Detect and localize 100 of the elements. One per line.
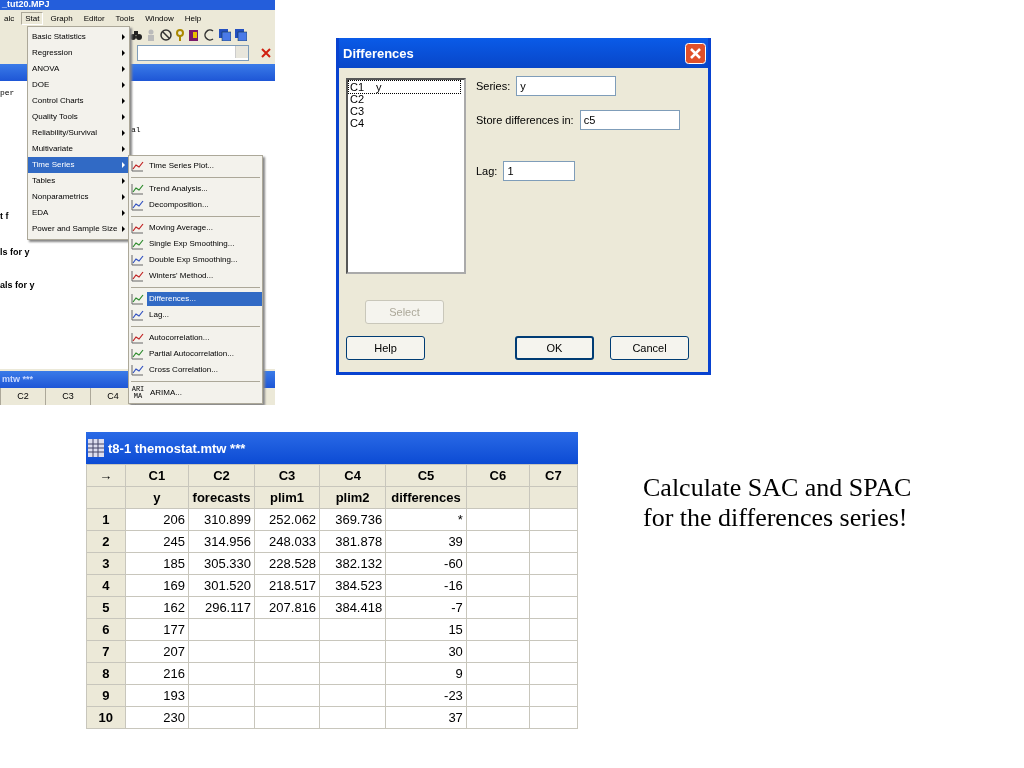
table-cell[interactable]: 15 xyxy=(385,618,467,641)
table-cell[interactable]: 296.117 xyxy=(188,596,255,619)
table-cell[interactable]: 382.132 xyxy=(319,552,386,575)
dialog-button[interactable]: Help xyxy=(346,336,425,360)
list-item[interactable]: C4 xyxy=(349,117,365,129)
menu-item[interactable]: Help xyxy=(180,11,206,25)
menu-item[interactable]: Reliability/Survival xyxy=(28,125,129,141)
menu-item[interactable]: Partial Autocorrelation... xyxy=(147,347,236,361)
chart-icon[interactable] xyxy=(131,270,144,282)
list-item[interactable]: C3 xyxy=(349,105,365,117)
chart-icon[interactable] xyxy=(131,332,144,344)
table-cell[interactable]: 37 xyxy=(385,706,467,729)
menu-item[interactable]: Nonparametrics xyxy=(28,189,129,205)
menu-item[interactable]: Time Series xyxy=(28,157,129,173)
table-cell[interactable]: 169 xyxy=(125,574,189,597)
menu-item[interactable]: Tools xyxy=(111,11,139,25)
list-item[interactable]: C2 xyxy=(349,93,365,105)
table-cell[interactable]: 384.523 xyxy=(319,574,386,597)
row-number: 6 xyxy=(86,618,126,641)
list-item[interactable]: C1 y xyxy=(349,81,460,93)
table-cell[interactable]: 310.899 xyxy=(188,508,255,531)
table-cell[interactable]: 193 xyxy=(125,684,189,707)
menu-item[interactable]: Regression xyxy=(28,45,129,61)
dialog-button[interactable]: Cancel xyxy=(610,336,689,360)
input-field[interactable]: y xyxy=(516,76,617,96)
chart-icon[interactable] xyxy=(131,238,144,250)
table-cell[interactable]: 245 xyxy=(125,530,189,553)
table-cell[interactable]: 248.033 xyxy=(254,530,320,553)
table-cell[interactable]: 39 xyxy=(385,530,467,553)
field-label: Store differences in: xyxy=(476,114,574,126)
menu-item[interactable]: Window xyxy=(141,11,178,25)
menu-item[interactable]: Winters' Method... xyxy=(147,269,216,283)
chart-icon[interactable] xyxy=(131,199,144,211)
menu-item[interactable]: DOE xyxy=(28,77,129,93)
table-cell[interactable]: 369.736 xyxy=(319,508,386,531)
binoculars-icon[interactable] xyxy=(130,30,142,40)
table-cell[interactable]: 207 xyxy=(125,640,189,663)
menu-item[interactable]: Double Exp Smoothing... xyxy=(147,253,240,267)
table-cell[interactable]: 162 xyxy=(125,596,189,619)
menu-item[interactable]: ANOVA xyxy=(28,61,129,77)
table-cell[interactable]: 252.062 xyxy=(254,508,320,531)
table-cell[interactable]: 228.528 xyxy=(254,552,320,575)
menu-item[interactable]: Trend Analysis... xyxy=(147,182,210,196)
table-cell[interactable]: 301.520 xyxy=(188,574,255,597)
table-cell[interactable]: 216 xyxy=(125,662,189,685)
menu-item[interactable]: Autocorrelation... xyxy=(147,331,212,345)
table-cell[interactable]: -7 xyxy=(385,596,467,619)
dropdown-field[interactable] xyxy=(137,45,249,61)
menu-item[interactable]: EDA xyxy=(28,205,129,221)
table-cell[interactable]: 381.878 xyxy=(319,530,386,553)
table-cell[interactable]: 185 xyxy=(125,552,189,575)
menu-item[interactable]: Decomposition... xyxy=(147,198,211,212)
table-cell[interactable]: 30 xyxy=(385,640,467,663)
menu-item[interactable]: Editor xyxy=(79,11,109,25)
menu-item[interactable]: Graph xyxy=(46,11,77,25)
table-cell[interactable]: 9 xyxy=(385,662,467,685)
menu-item[interactable]: Basic Statistics xyxy=(28,29,129,45)
window-icon[interactable] xyxy=(235,29,247,41)
table-cell[interactable]: 314.956 xyxy=(188,530,255,553)
table-cell[interactable]: 384.418 xyxy=(319,596,386,619)
menu-item[interactable]: ARIMA... xyxy=(148,386,184,400)
table-cell[interactable]: 305.330 xyxy=(188,552,255,575)
table-cell[interactable]: -23 xyxy=(385,684,467,707)
chart-icon[interactable] xyxy=(131,309,144,321)
chart-icon[interactable] xyxy=(131,222,144,234)
table-cell[interactable]: 230 xyxy=(125,706,189,729)
chart-icon[interactable] xyxy=(131,183,144,195)
chart-icon[interactable] xyxy=(131,160,144,172)
dialog-button[interactable]: OK xyxy=(515,336,594,360)
menu-item[interactable]: Power and Sample Size xyxy=(28,221,129,237)
column-list[interactable]: C1 y C2 C3 C4 xyxy=(346,78,466,274)
close-icon[interactable] xyxy=(261,48,271,58)
input-field[interactable]: c5 xyxy=(579,110,680,130)
chart-icon[interactable] xyxy=(131,348,144,360)
table-cell[interactable]: -16 xyxy=(385,574,467,597)
menu-item[interactable]: Control Charts xyxy=(28,93,129,109)
table-cell[interactable]: * xyxy=(385,508,467,531)
table-cell[interactable]: 207.816 xyxy=(254,596,320,619)
grid-icon[interactable] xyxy=(88,439,104,457)
menu-item[interactable]: Multivariate xyxy=(28,141,129,157)
menu-item[interactable]: Lag... xyxy=(147,308,171,322)
menu-item[interactable]: alc xyxy=(0,11,19,25)
menu-item[interactable]: Quality Tools xyxy=(28,109,129,125)
table-cell[interactable]: 177 xyxy=(125,618,189,641)
input-field[interactable]: 1 xyxy=(503,161,576,181)
menu-item[interactable]: Moving Average... xyxy=(147,221,215,235)
menu-item[interactable]: Single Exp Smoothing... xyxy=(147,237,237,251)
table-cell[interactable]: 206 xyxy=(125,508,189,531)
table-cell[interactable]: 218.517 xyxy=(254,574,320,597)
table-cell[interactable]: -60 xyxy=(385,552,467,575)
menu-item[interactable]: Time Series Plot... xyxy=(147,159,217,173)
chart-icon[interactable] xyxy=(131,293,144,305)
chart-icon[interactable] xyxy=(131,364,144,376)
chart-icon[interactable] xyxy=(131,254,144,266)
menu-item[interactable]: Stat xyxy=(21,11,44,25)
menu-item[interactable]: Tables xyxy=(28,173,129,189)
no-entry-icon[interactable] xyxy=(160,29,172,41)
menu-item[interactable]: Differences... xyxy=(147,292,262,306)
notebook-icon[interactable] xyxy=(188,29,199,41)
window-icon[interactable] xyxy=(219,29,231,41)
